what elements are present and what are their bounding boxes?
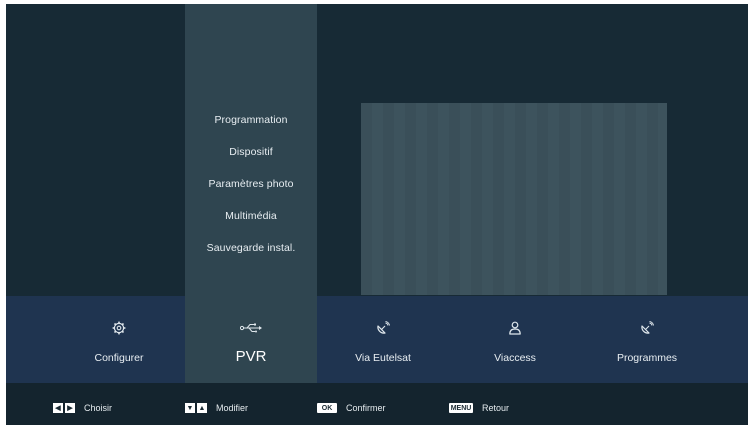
hint-modifier: ▼ ▲ Modifier	[185, 402, 248, 414]
up-arrow-icon: ▲	[197, 403, 207, 413]
down-arrow-icon: ▼	[185, 403, 195, 413]
hint-label: Retour	[482, 403, 510, 413]
menu-tile-configurer[interactable]: Configurer	[53, 296, 185, 383]
hint-label: Choisir	[84, 403, 113, 413]
submenu-item-multimedia[interactable]: Multimédia	[185, 210, 317, 222]
menu-key: MENU	[449, 403, 473, 413]
right-arrow-icon: ▶	[65, 403, 75, 413]
menu-tile-label: Via Eutelsat	[355, 352, 411, 364]
satellite-icon	[377, 321, 390, 334]
submenu-item-programmation[interactable]: Programmation	[185, 114, 317, 126]
satellite-icon	[641, 321, 654, 334]
down-up-arrows-key: ▼ ▲	[185, 403, 207, 413]
submenu-item-dispositif[interactable]: Dispositif	[185, 146, 317, 158]
hint-confirmer: OK Confirmer	[317, 402, 386, 414]
usb-icon	[240, 323, 262, 333]
hint-label: Confirmer	[346, 403, 386, 413]
hint-label: Modifier	[216, 403, 249, 413]
menu-tile-pvr[interactable]: PVR	[185, 296, 317, 383]
submenu-item-parametres-photo[interactable]: Paramètres photo	[185, 178, 317, 190]
left-arrow-icon: ◀	[53, 403, 63, 413]
menu-tile-label: Viaccess	[494, 352, 536, 364]
tv-screen: Programmation Dispositif Paramètres phot…	[6, 4, 748, 425]
menu-tile-programmes[interactable]: Programmes	[581, 296, 713, 383]
menu-tile-label: Programmes	[616, 352, 678, 364]
hint-choisir: ◀ ▶ Choisir	[53, 402, 112, 414]
menu-tile-via-eutelsat[interactable]: Via Eutelsat	[317, 296, 449, 383]
gear-icon	[112, 321, 126, 335]
menu-tile-label: Configurer	[94, 352, 144, 364]
hint-retour: MENU Retour	[449, 402, 509, 414]
left-right-arrows-key: ◀ ▶	[53, 403, 75, 413]
submenu-item-sauvegarde-instal[interactable]: Sauvegarde instal.	[185, 242, 317, 254]
ok-key: OK	[317, 403, 337, 413]
preview-area	[361, 103, 667, 295]
user-icon	[509, 321, 521, 335]
menu-tile-viaccess[interactable]: Viaccess	[449, 296, 581, 383]
menu-tile-label: PVR	[235, 348, 267, 365]
